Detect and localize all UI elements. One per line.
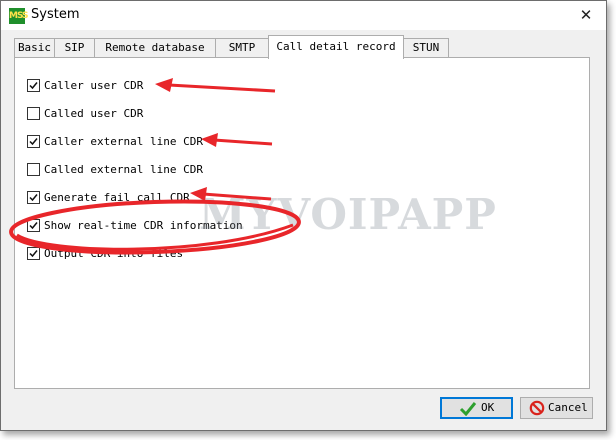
tab-remote-database[interactable]: Remote database — [94, 38, 216, 58]
tab-smtp[interactable]: SMTP — [215, 38, 269, 58]
option-label: Called external line CDR — [44, 163, 203, 176]
cancel-label: Cancel — [548, 401, 588, 414]
title-bar[interactable]: MSS System ✕ — [1, 1, 606, 30]
option-label: Caller external line CDR — [44, 135, 203, 148]
checkbox[interactable] — [27, 163, 40, 176]
close-button[interactable]: ✕ — [566, 1, 606, 30]
checkbox[interactable] — [27, 135, 40, 148]
tab-sip[interactable]: SIP — [54, 38, 95, 58]
app-logo: MSS — [9, 8, 29, 24]
annotation-oval-icon — [9, 199, 301, 255]
tab-basic[interactable]: Basic — [14, 38, 55, 58]
tab-stun[interactable]: STUN — [403, 38, 449, 58]
cancel-icon — [529, 400, 545, 416]
option-label: Caller user CDR — [44, 79, 144, 92]
window-title: System — [31, 7, 80, 22]
checkmark-icon — [29, 138, 38, 146]
checkbox[interactable] — [27, 107, 40, 120]
cancel-button[interactable]: Cancel — [520, 397, 593, 419]
annotation-arrow-icon — [155, 78, 276, 93]
ok-label: OK — [481, 401, 495, 414]
option-label: Called user CDR — [44, 107, 144, 120]
tab-call-detail-record[interactable]: Call detail record — [268, 35, 404, 59]
checkbox[interactable] — [27, 79, 40, 92]
annotation-arrow-icon — [201, 133, 273, 147]
ok-button[interactable]: OK — [440, 397, 513, 419]
system-dialog: MSS System ✕ Basic SIP Remote database S… — [0, 0, 607, 431]
checkmark-icon — [29, 82, 38, 90]
ok-check-icon — [459, 402, 477, 416]
